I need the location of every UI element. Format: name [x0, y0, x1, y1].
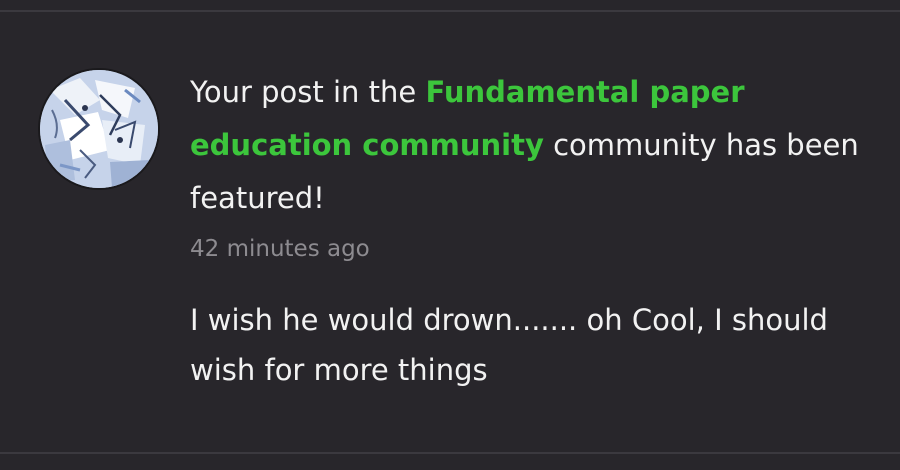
notification-timestamp: 42 minutes ago: [190, 236, 370, 262]
avatar-artwork: [40, 70, 158, 188]
notification-item[interactable]: Your post in the Fundamental paper educa…: [190, 66, 870, 395]
post-excerpt[interactable]: I wish he would drown....... oh Cool, I …: [190, 295, 870, 395]
bottom-divider: [0, 452, 900, 454]
user-avatar[interactable]: [40, 70, 158, 188]
message-prefix: Your post in the: [190, 75, 426, 109]
top-divider: [0, 10, 900, 12]
notification-screen: Your post in the Fundamental paper educa…: [0, 0, 900, 470]
notification-message: Your post in the Fundamental paper educa…: [190, 66, 870, 225]
